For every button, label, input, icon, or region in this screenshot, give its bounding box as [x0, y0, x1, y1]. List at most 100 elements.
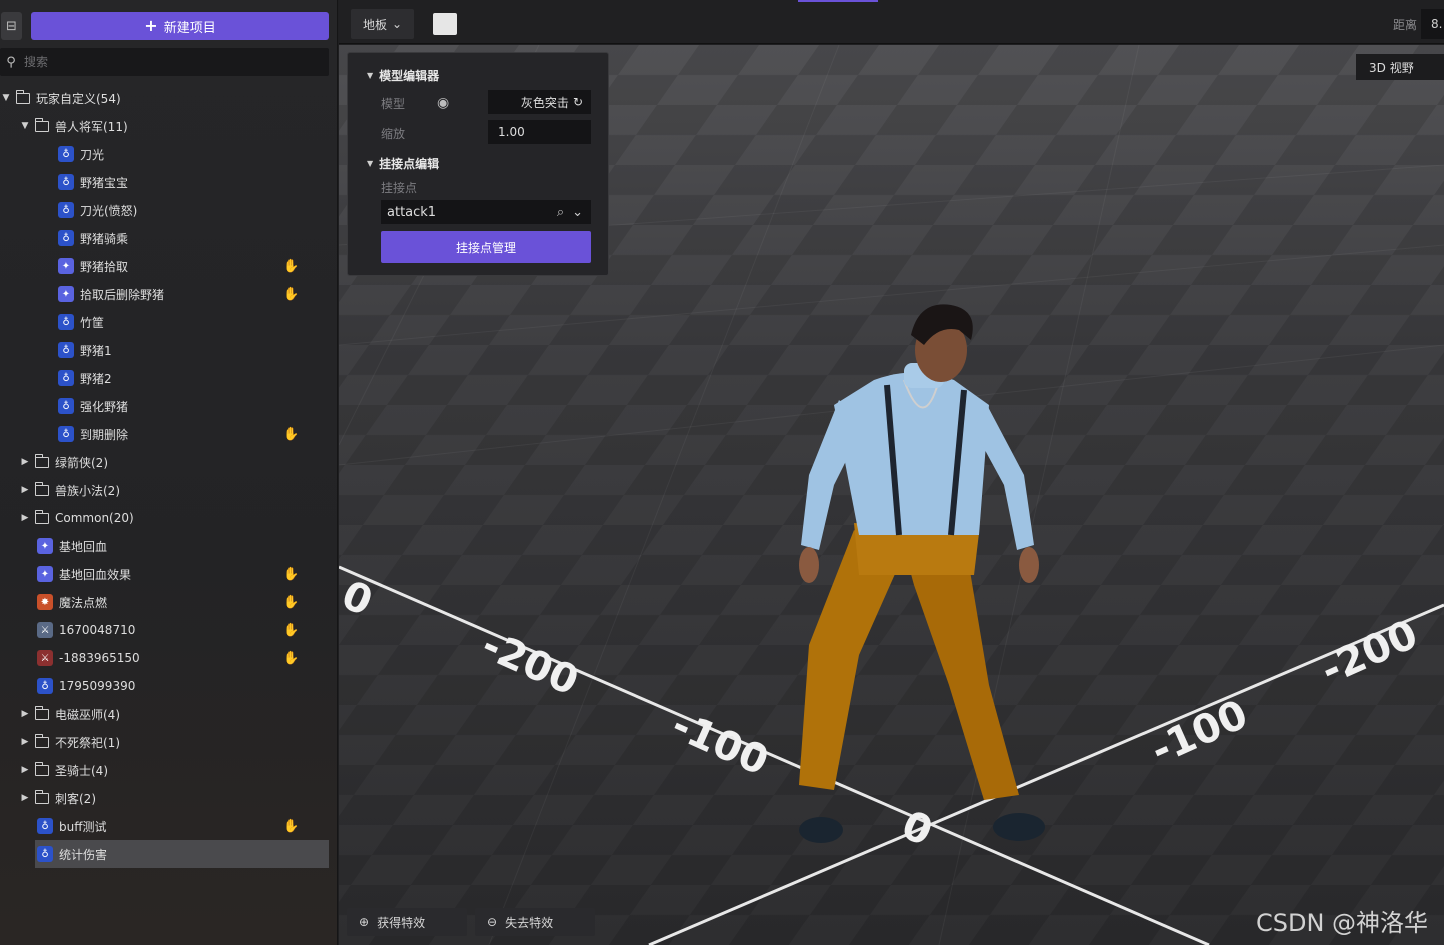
tree-item[interactable]: ⚔ -1883965150 ✋	[0, 644, 337, 672]
tree-folder[interactable]: ▶ 不死祭祀(1)	[0, 728, 337, 756]
tree-item[interactable]: ♁ 野猪骑乘	[0, 224, 337, 252]
tree-label: 魔法点燃	[59, 595, 108, 610]
caret-right-icon[interactable]: ▶	[19, 765, 31, 775]
refresh-icon[interactable]: ↻	[573, 95, 583, 109]
tree-item-selected[interactable]: ♁ 统计伤害	[35, 840, 329, 868]
tree-label: 竹筐	[80, 315, 105, 330]
tree-label: buff测试	[59, 819, 107, 834]
hand-icon[interactable]: ✋	[283, 623, 299, 638]
tree-item[interactable]: ♁ 刀光(愤怒)	[0, 196, 337, 224]
search-input[interactable]	[24, 55, 314, 69]
caret-right-icon[interactable]: ▶	[19, 737, 31, 747]
tree-label: 拾取后删除野猪	[80, 287, 165, 302]
tree-folder[interactable]: ▶ Common(20)	[0, 504, 337, 532]
distance-input[interactable]: 8.	[1421, 9, 1444, 39]
blue-helmet-icon: ♁	[58, 174, 74, 190]
caret-right-icon[interactable]: ▶	[19, 457, 31, 467]
tree-item[interactable]: ♁ 刀光	[0, 140, 337, 168]
tree-item[interactable]: ♁ buff测试 ✋	[0, 812, 337, 840]
view-mode-dropdown[interactable]: 3D 视野	[1356, 54, 1444, 80]
caret-right-icon[interactable]: ▶	[19, 709, 31, 719]
hand-icon[interactable]: ✋	[283, 651, 299, 666]
tree-folder[interactable]: ▶ 电磁巫师(4)	[0, 700, 337, 728]
attach-point-select[interactable]: attack1 ⌕ ⌄	[381, 200, 591, 224]
active-tab-indicator	[798, 0, 878, 2]
tree-label: Common(20)	[55, 511, 134, 525]
hand-icon[interactable]: ✋	[283, 567, 299, 582]
tree-item[interactable]: ♁ 到期删除 ✋	[0, 420, 337, 448]
floor-dropdown[interactable]: 地板 ⌄	[351, 9, 414, 39]
hand-icon[interactable]: ✋	[283, 595, 299, 610]
tree-folder[interactable]: ▶ 圣骑士(4)	[0, 756, 337, 784]
tree-item[interactable]: ⚔ 1670048710 ✋	[0, 616, 337, 644]
folder-icon	[34, 761, 49, 776]
hand-icon[interactable]: ✋	[283, 287, 299, 302]
tree-folder[interactable]: ▶ 刺客(2)	[0, 784, 337, 812]
tree-label: 1795099390	[59, 679, 136, 693]
blue-helmet-icon: ♁	[58, 314, 74, 330]
tree-folder-player-custom[interactable]: ▼ 玩家自定义(54)	[0, 84, 337, 112]
tree-label: 基地回血	[59, 539, 108, 554]
tree-item[interactable]: ♁ 竹筐	[0, 308, 337, 336]
tree-folder[interactable]: ▶ 绿箭侠(2)	[0, 448, 337, 476]
tree-item[interactable]: ✦ 拾取后删除野猪 ✋	[0, 280, 337, 308]
tree-item[interactable]: ♁ 野猪1	[0, 336, 337, 364]
blue-helmet-icon: ♁	[37, 818, 53, 834]
hand-icon[interactable]: ✋	[283, 427, 299, 442]
floor-color-swatch[interactable]	[433, 13, 457, 35]
tree-label: 兽族小法(2)	[55, 483, 120, 498]
folder-icon	[34, 705, 49, 720]
folder-icon	[34, 789, 49, 804]
watermark-text: CSDN @神洛华	[1256, 909, 1429, 937]
caret-right-icon[interactable]: ▶	[19, 513, 31, 523]
floor-label: 地板	[362, 17, 387, 32]
attach-point-manage-button[interactable]: 挂接点管理	[381, 231, 591, 263]
lose-effect-button[interactable]: ⊖ 失去特效	[475, 908, 595, 936]
tree-item[interactable]: ♁ 强化野猪	[0, 392, 337, 420]
attach-editor-section[interactable]: ▼ 挂接点编辑	[367, 155, 439, 172]
tree-label: 野猪1	[80, 343, 112, 358]
tree-item[interactable]: ✦ 基地回血	[0, 532, 337, 560]
new-project-label: 新建项目	[163, 20, 216, 36]
hand-icon[interactable]: ✋	[283, 819, 299, 834]
tree-label: 野猪宝宝	[80, 175, 129, 190]
hand-icon[interactable]: ✋	[283, 259, 299, 274]
collapse-panel-button[interactable]: ⊟	[1, 12, 22, 40]
tree-folder[interactable]: ▶ 兽族小法(2)	[0, 476, 337, 504]
locate-icon[interactable]: ⌕	[557, 205, 564, 220]
scale-input[interactable]: 1.00	[488, 120, 591, 144]
tree-folder-orc-general[interactable]: ▼ 兽人将军(11)	[0, 112, 337, 140]
folder-icon	[34, 509, 49, 524]
tree-item[interactable]: ✦ 基地回血效果 ✋	[0, 560, 337, 588]
project-sidebar: ⊟ + 新建项目 ⚲ ▼ 玩家自定义(54) ▼ 兽人将军(11) ♁ 刀光 ♁ 野…	[0, 0, 338, 945]
gain-effect-button[interactable]: ⊕ 获得特效	[347, 908, 467, 936]
scale-label: 缩放	[381, 127, 406, 141]
tree-item[interactable]: ♁ 野猪宝宝	[0, 168, 337, 196]
blue-helmet-icon: ♁	[37, 678, 53, 694]
tree-item[interactable]: ✸ 魔法点燃 ✋	[0, 588, 337, 616]
section-title: 模型编辑器	[379, 69, 440, 83]
tree-label: 基地回血效果	[59, 567, 132, 582]
tree-item[interactable]: ✦ 野猪拾取 ✋	[0, 252, 337, 280]
remove-effect-icon: ⊖	[487, 915, 498, 929]
caret-down-icon[interactable]: ▼	[0, 93, 12, 103]
blue-helmet-icon: ♁	[37, 846, 53, 862]
fire-icon: ✸	[37, 594, 53, 610]
eye-icon[interactable]: ◉	[437, 95, 449, 111]
tree-label: 野猪2	[80, 371, 112, 386]
blue-helmet-icon: ♁	[58, 230, 74, 246]
search-bar: ⚲	[0, 48, 329, 76]
tree-item[interactable]: ♁ 1795099390	[0, 672, 337, 700]
caret-right-icon[interactable]: ▶	[19, 793, 31, 803]
folder-icon	[34, 117, 49, 132]
tree-label: 野猪骑乘	[80, 231, 129, 246]
chevron-down-icon: ⌄	[391, 17, 403, 31]
new-project-button[interactable]: + 新建项目	[31, 12, 329, 40]
model-select[interactable]: 灰色突击 ↻	[488, 90, 591, 114]
tree-label: 玩家自定义(54)	[36, 91, 121, 106]
chevron-down-icon[interactable]: ⌄	[572, 205, 583, 220]
tree-item[interactable]: ♁ 野猪2	[0, 364, 337, 392]
caret-down-icon[interactable]: ▼	[19, 121, 31, 131]
model-editor-section[interactable]: ▼ 模型编辑器	[367, 67, 439, 84]
caret-right-icon[interactable]: ▶	[19, 485, 31, 495]
